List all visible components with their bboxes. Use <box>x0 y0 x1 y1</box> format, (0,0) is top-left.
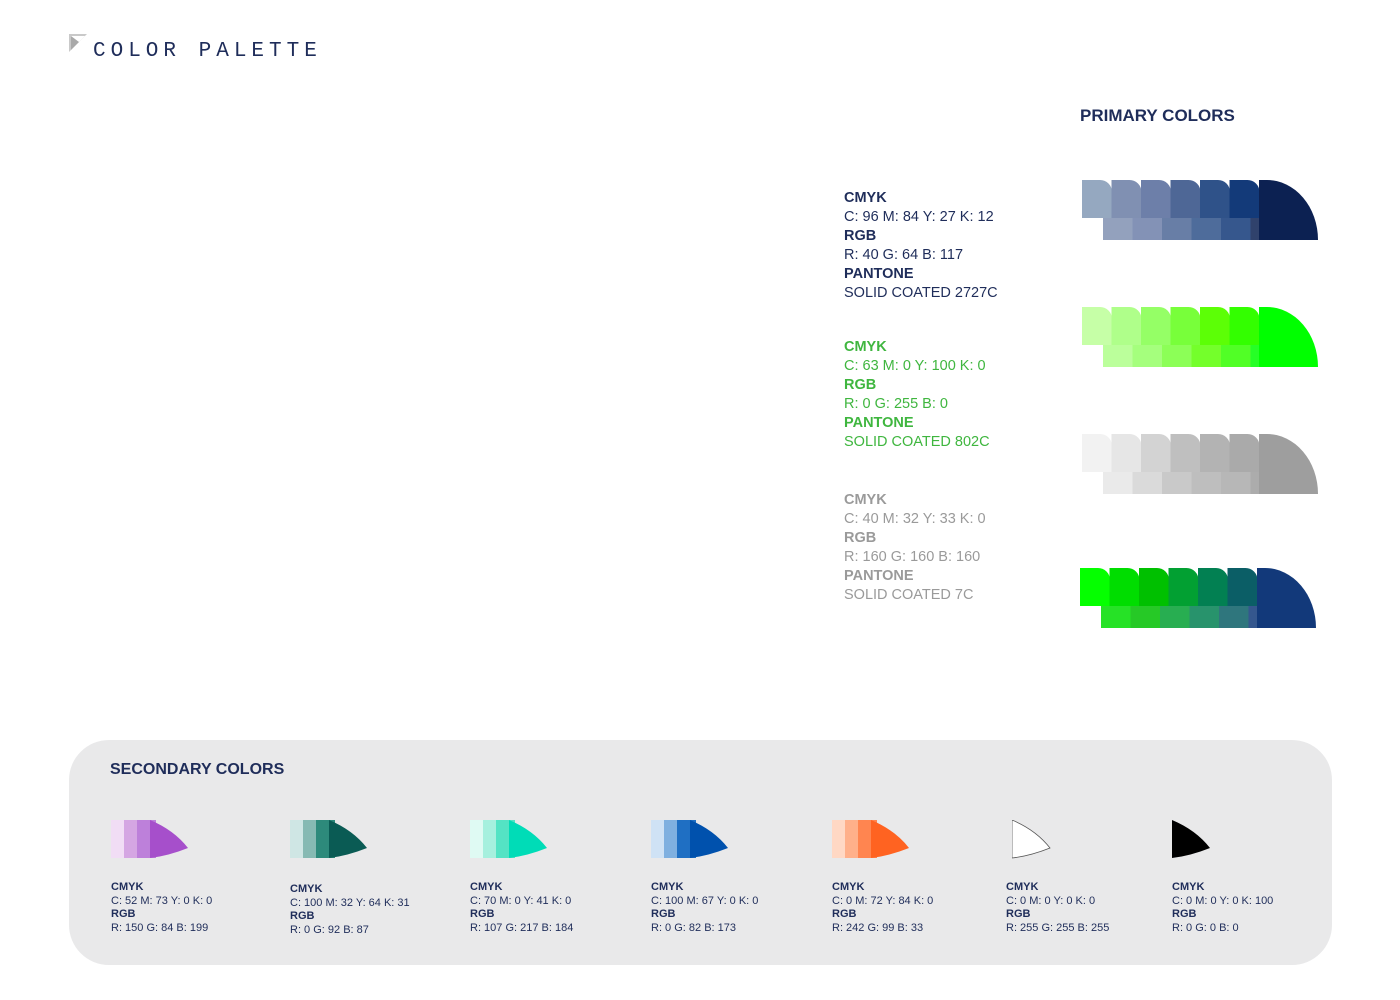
cmyk-label: CMYK <box>290 883 323 895</box>
rgb-value: R: 0 G: 82 B: 173 <box>651 921 736 934</box>
rgb-value: R: 0 G: 92 B: 87 <box>290 923 369 936</box>
rgb-value: R: 160 G: 160 B: 160 <box>844 549 981 565</box>
secondary-swatch-purple <box>111 820 188 858</box>
secondary-colors-panel: SECONDARY COLORS CMYK C: 52 M: 73 Y: 0 K… <box>69 740 1332 965</box>
primary-spec-green: CMYK C: 63 M: 0 Y: 100 K: 0 RGB R: 0 G: … <box>844 338 990 452</box>
rgb-value: R: 107 G: 217 B: 184 <box>470 921 574 934</box>
rgb-value: R: 0 G: 255 B: 0 <box>844 396 948 412</box>
cmyk-label: CMYK <box>832 881 865 893</box>
secondary-swatch-teal <box>290 820 367 858</box>
secondary-spec-teal: CMYK C: 100 M: 32 Y: 64 K: 31 RGB R: 0 G… <box>290 883 410 937</box>
secondary-spec-black: CMYK C: 0 M: 0 Y: 0 K: 100 RGB R: 0 G: 0… <box>1172 881 1273 935</box>
cmyk-value: C: 63 M: 0 Y: 100 K: 0 <box>844 358 986 374</box>
sail-1 <box>1012 820 1051 859</box>
cmyk-value: C: 96 M: 84 Y: 27 K: 12 <box>844 209 994 225</box>
primary-swatch-gray <box>1082 434 1318 494</box>
pantone-value: SOLID COATED 2727C <box>844 285 998 301</box>
rgb-label: RGB <box>844 530 877 546</box>
rgb-value: R: 150 G: 84 B: 199 <box>111 921 209 934</box>
secondary-spec-purple: CMYK C: 52 M: 73 Y: 0 K: 0 RGB R: 150 G:… <box>111 881 212 935</box>
cmyk-label: CMYK <box>1006 881 1039 893</box>
rgb-label: RGB <box>832 908 857 920</box>
rgb-value: R: 0 G: 0 B: 0 <box>1172 921 1239 934</box>
cmyk-label: CMYK <box>111 881 144 893</box>
cmyk-value: C: 52 M: 73 Y: 0 K: 0 <box>111 894 213 907</box>
primary-swatch-green-to-navy <box>1080 568 1316 628</box>
swatch-tile-7 <box>1259 180 1318 240</box>
sail-1 <box>1172 820 1210 858</box>
primary-colors-heading: PRIMARY COLORS <box>1080 106 1235 125</box>
pantone-label: PANTONE <box>844 266 914 282</box>
cmyk-label: CMYK <box>844 190 887 206</box>
rgb-label: RGB <box>651 908 676 920</box>
swatch-tile-7 <box>1259 434 1318 494</box>
rgb-label: RGB <box>111 908 136 920</box>
swatch-tile-7 <box>1259 307 1318 367</box>
cmyk-label: CMYK <box>470 881 503 893</box>
swatch-tile-7 <box>1257 568 1316 628</box>
page-title: COLOR PALETTE <box>93 40 322 63</box>
cmyk-value: C: 0 M: 72 Y: 84 K: 0 <box>832 894 934 907</box>
primary-spec-navy: CMYK C: 96 M: 84 Y: 27 K: 12 RGB R: 40 G… <box>844 189 998 303</box>
cmyk-label: CMYK <box>651 881 684 893</box>
secondary-colors-heading: SECONDARY COLORS <box>110 761 285 778</box>
cmyk-label: CMYK <box>844 339 887 355</box>
rgb-label: RGB <box>844 228 877 244</box>
pantone-value: SOLID COATED 802C <box>844 434 990 450</box>
primary-swatch-green <box>1082 307 1318 367</box>
cmyk-value: C: 0 M: 0 Y: 0 K: 0 <box>1006 894 1096 907</box>
rgb-label: RGB <box>844 377 877 393</box>
sail-4 <box>690 820 728 858</box>
secondary-swatch-turquoise <box>470 820 547 858</box>
secondary-spec-orange: CMYK C: 0 M: 72 Y: 84 K: 0 RGB R: 242 G:… <box>832 881 933 935</box>
sail-4 <box>509 820 547 858</box>
secondary-swatch-black <box>1172 820 1210 858</box>
sail-4 <box>871 820 909 858</box>
secondary-spec-blue: CMYK C: 100 M: 67 Y: 0 K: 0 RGB R: 0 G: … <box>651 881 758 935</box>
rgb-value: R: 242 G: 99 B: 33 <box>832 921 924 934</box>
secondary-swatch-blue <box>651 820 728 858</box>
secondary-spec-turquoise: CMYK C: 70 M: 0 Y: 41 K: 0 RGB R: 107 G:… <box>470 881 573 935</box>
page-corner-icon <box>69 34 87 52</box>
cmyk-label: CMYK <box>1172 881 1205 893</box>
cmyk-value: C: 100 M: 32 Y: 64 K: 31 <box>290 896 410 909</box>
cmyk-value: C: 100 M: 67 Y: 0 K: 0 <box>651 894 759 907</box>
sail-4 <box>150 820 188 858</box>
primary-spec-gray: CMYK C: 40 M: 32 Y: 33 K: 0 RGB R: 160 G… <box>844 491 986 605</box>
rgb-label: RGB <box>290 910 315 922</box>
rgb-value: R: 40 G: 64 B: 117 <box>844 247 964 263</box>
cmyk-value: C: 70 M: 0 Y: 41 K: 0 <box>470 894 572 907</box>
pantone-label: PANTONE <box>844 568 914 584</box>
rgb-label: RGB <box>470 908 495 920</box>
secondary-swatch-orange <box>832 820 909 858</box>
rgb-value: R: 255 G: 255 B: 255 <box>1006 921 1110 934</box>
cmyk-value: C: 40 M: 32 Y: 33 K: 0 <box>844 511 986 527</box>
rgb-label: RGB <box>1006 908 1031 920</box>
secondary-spec-white: CMYK C: 0 M: 0 Y: 0 K: 0 RGB R: 255 G: 2… <box>1006 881 1109 935</box>
pantone-value: SOLID COATED 7C <box>844 587 974 603</box>
primary-swatch-navy <box>1082 180 1318 240</box>
cmyk-value: C: 0 M: 0 Y: 0 K: 100 <box>1172 894 1274 907</box>
cmyk-label: CMYK <box>844 492 887 508</box>
rgb-label: RGB <box>1172 908 1197 920</box>
pantone-label: PANTONE <box>844 415 914 431</box>
secondary-swatch-white <box>1012 820 1051 859</box>
sail-4 <box>329 820 367 858</box>
